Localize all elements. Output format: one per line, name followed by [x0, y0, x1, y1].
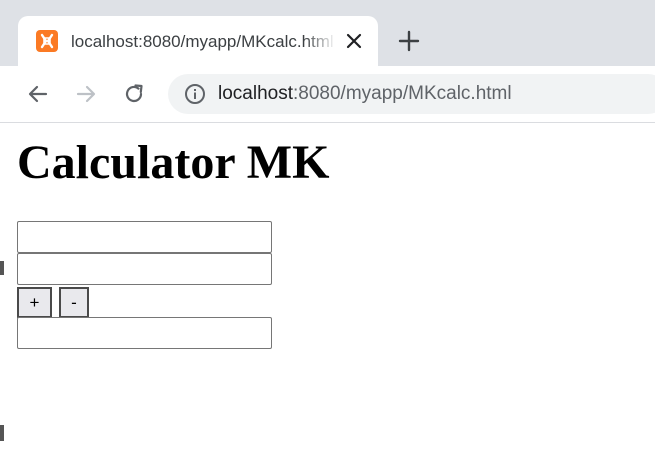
browser-toolbar: localhost:8080/myapp/MKcalc.html: [0, 66, 655, 123]
url-path: :8080/myapp/MKcalc.html: [293, 83, 512, 104]
back-arrow-icon[interactable]: [26, 82, 50, 106]
browser-tab[interactable]: localhost:8080/myapp/MKcalc.html: [18, 16, 378, 66]
address-bar[interactable]: localhost:8080/myapp/MKcalc.html: [168, 74, 655, 114]
browser-chrome: localhost:8080/myapp/MKcalc.html localho…: [0, 0, 655, 123]
plus-icon[interactable]: [397, 29, 421, 53]
page-content: Calculator MK + -: [0, 123, 655, 472]
close-icon[interactable]: [344, 31, 364, 51]
forward-arrow-icon[interactable]: [74, 82, 98, 106]
result-field[interactable]: [17, 317, 272, 349]
tab-title: localhost:8080/myapp/MKcalc.html: [71, 32, 334, 51]
second-number-input[interactable]: [17, 253, 272, 285]
tab-strip: localhost:8080/myapp/MKcalc.html: [0, 0, 655, 66]
url-host: localhost: [218, 83, 293, 104]
window-edge: [0, 425, 4, 441]
window-edge: [0, 261, 4, 275]
page-title: Calculator MK: [17, 136, 330, 189]
reload-icon[interactable]: [122, 82, 146, 106]
first-number-input[interactable]: [17, 221, 272, 253]
xampp-favicon-icon: [36, 30, 58, 52]
info-icon[interactable]: [184, 83, 206, 105]
subtract-button[interactable]: -: [59, 287, 89, 318]
url-text: localhost:8080/myapp/MKcalc.html: [218, 81, 512, 107]
add-button[interactable]: +: [17, 287, 52, 318]
